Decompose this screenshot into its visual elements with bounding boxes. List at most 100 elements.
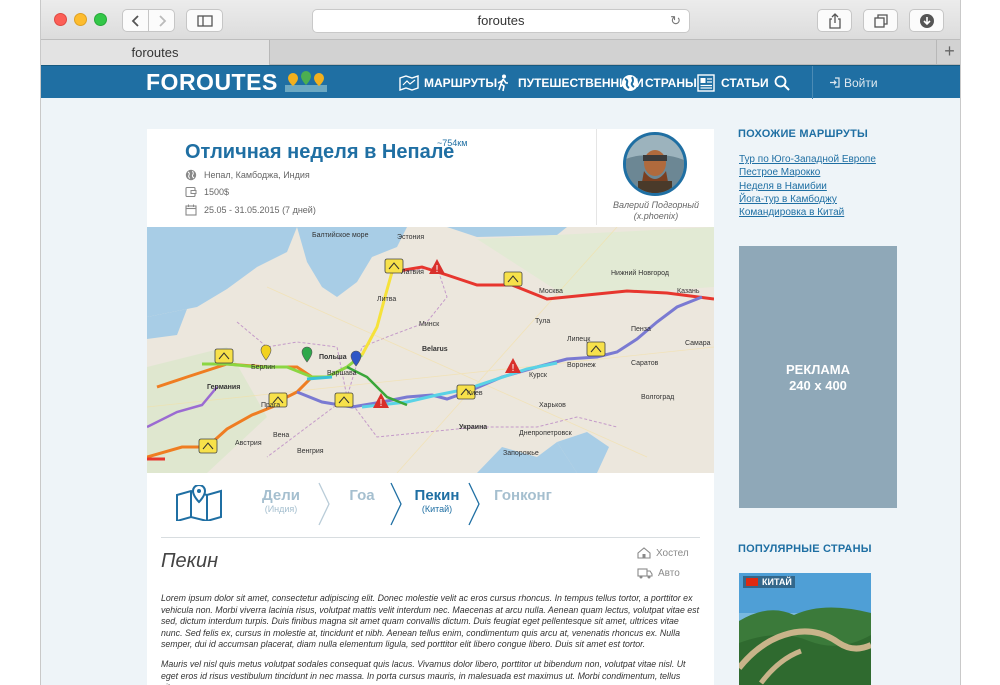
stop-beijing[interactable]: Пекин (Китай) xyxy=(411,487,463,514)
country-name: КИТАЙ xyxy=(762,577,792,587)
globe-icon xyxy=(620,74,640,92)
walker-icon xyxy=(493,74,513,92)
globe-icon xyxy=(185,169,197,181)
browser-toolbar: foroutes ↻ xyxy=(41,0,960,40)
map-label: Волгоград xyxy=(641,394,674,401)
country-card[interactable]: КИТАЙ xyxy=(739,573,871,685)
svg-text:!: ! xyxy=(379,398,383,409)
new-tab-button[interactable]: + xyxy=(936,40,960,65)
map-label: Самара xyxy=(685,340,711,347)
download-icon xyxy=(919,13,934,28)
map-label: Балтийское море xyxy=(312,231,369,239)
map-canvas: ! ! ! Эстония Латвия Литва Балтийское мо… xyxy=(147,227,714,473)
map-label: Польша xyxy=(319,354,347,361)
nav-articles[interactable]: СТАТЬИ xyxy=(696,66,769,99)
hostel-marker[interactable] xyxy=(334,392,354,408)
route-distance: ~754км xyxy=(437,138,468,148)
similar-routes-list: Тур по Юго-Западной Европе Пестрое Марок… xyxy=(739,153,876,219)
route-dates: 25.05 - 31.05.2015 (7 дней) xyxy=(185,204,316,216)
similar-route-link[interactable]: Пестрое Марокко xyxy=(739,166,876,179)
close-window-button[interactable] xyxy=(54,13,67,26)
hostel-marker[interactable] xyxy=(586,341,606,357)
browser-tab[interactable]: foroutes xyxy=(41,40,270,65)
author-avatar[interactable] xyxy=(623,132,687,196)
map-label: Запорожье xyxy=(503,450,539,457)
nav-routes[interactable]: МАРШРУТЫ xyxy=(399,66,497,99)
map-label: Липецк xyxy=(567,336,591,343)
route-dates-text: 25.05 - 31.05.2015 (7 дней) xyxy=(204,205,316,215)
sidebar-icon xyxy=(196,14,213,27)
share-button[interactable] xyxy=(817,9,852,32)
similar-route-link[interactable]: Тур по Юго-Западной Европе xyxy=(739,153,876,166)
site-header: FOROUTES МАРШРУТЫ ПУТЕШЕСТВЕННИКИ СТРАНЫ xyxy=(41,65,960,99)
city-heading: Пекин xyxy=(161,550,219,572)
forward-button[interactable] xyxy=(148,9,175,32)
similar-route-link[interactable]: Командировка в Китай xyxy=(739,206,876,219)
nav-articles-label: СТАТЬИ xyxy=(721,75,769,90)
svg-text:!: ! xyxy=(435,264,439,275)
search-icon xyxy=(774,75,790,91)
chevron-right-icon xyxy=(158,14,166,27)
map-label: Прага xyxy=(261,402,280,409)
stop-name: Гоа xyxy=(349,487,375,504)
map-label: Берлин xyxy=(251,364,275,371)
map-label: Германия xyxy=(207,384,240,391)
minimize-window-button[interactable] xyxy=(74,13,87,26)
hostel-marker[interactable] xyxy=(214,348,234,364)
author-name[interactable]: Валерий Подгорный (x.phoenix) xyxy=(597,200,715,222)
chevron-right-icon xyxy=(390,482,402,526)
stop-hongkong[interactable]: Гонконг xyxy=(491,487,555,504)
hostel-marker[interactable] xyxy=(198,438,218,454)
map-label: Эстония xyxy=(397,234,424,241)
truck-icon xyxy=(637,568,653,579)
map-book-icon xyxy=(176,485,222,521)
downloads-button[interactable] xyxy=(909,9,944,32)
route-budget-text: 1500$ xyxy=(204,187,230,197)
zoom-window-button[interactable] xyxy=(94,13,107,26)
chevron-left-icon xyxy=(131,14,139,27)
calendar-icon xyxy=(185,204,197,216)
similar-route-link[interactable]: Йога-тур в Камбоджу xyxy=(739,193,876,206)
route-stops: Дели (Индия) Гоа Пекин (Китай) Гонконг xyxy=(147,473,714,535)
reload-icon[interactable]: ↻ xyxy=(670,10,681,32)
route-countries: Непал, Камбоджа, Индия xyxy=(185,169,310,181)
author-box[interactable]: Валерий Подгорный (x.phoenix) xyxy=(596,129,714,225)
map-label: Belarus xyxy=(422,346,448,353)
popular-countries-heading: ПОПУЛЯРНЫЕ СТРАНЫ xyxy=(738,543,872,555)
share-icon xyxy=(828,12,841,29)
route-card: Отличная неделя в Непале ~754км Непал, К… xyxy=(147,129,714,685)
ad-size: 240 x 400 xyxy=(789,378,847,393)
stop-delhi[interactable]: Дели (Индия) xyxy=(259,487,303,514)
nav-countries[interactable]: СТРАНЫ xyxy=(620,66,697,99)
tab-bar: foroutes + xyxy=(41,40,960,65)
ad-banner[interactable]: РЕКЛАМА 240 x 400 xyxy=(739,246,897,508)
body-paragraph: Lorem ipsum dolor sit amet, consectetur … xyxy=(161,593,700,649)
login-link[interactable]: Войти xyxy=(812,66,878,99)
hostel-marker[interactable] xyxy=(503,271,523,287)
map-label: Вена xyxy=(273,432,289,439)
logo-pins-icon xyxy=(285,71,327,92)
route-countries-text: Непал, Камбоджа, Индия xyxy=(204,170,310,180)
map-label: Днепропетровск xyxy=(519,430,573,437)
search-button[interactable] xyxy=(774,66,790,99)
url-text: foroutes xyxy=(477,13,525,28)
site-logo[interactable]: FOROUTES xyxy=(146,69,278,96)
body-paragraph: Mauris vel nisl quis metus volutpat soda… xyxy=(161,659,686,685)
chevron-right-icon xyxy=(318,482,330,526)
country-photo xyxy=(739,573,871,685)
route-map[interactable]: ! ! ! Эстония Латвия Литва Балтийское мо… xyxy=(147,227,714,473)
map-label: Тула xyxy=(535,318,550,325)
similar-route-link[interactable]: Неделя в Намибии xyxy=(739,180,876,193)
address-bar[interactable]: foroutes ↻ xyxy=(312,9,690,33)
back-button[interactable] xyxy=(122,9,149,32)
tag-auto: Авто xyxy=(637,567,680,579)
chevron-right-icon xyxy=(468,482,480,526)
map-label: Пенза xyxy=(631,326,651,333)
sidebar-toggle-button[interactable] xyxy=(186,9,223,32)
house-icon xyxy=(637,547,651,559)
stop-goa[interactable]: Гоа xyxy=(345,487,379,504)
nav-routes-label: МАРШРУТЫ xyxy=(424,75,498,90)
map-label: Харьков xyxy=(539,402,566,409)
nav-countries-label: СТРАНЫ xyxy=(645,75,697,90)
tabs-overview-button[interactable] xyxy=(863,9,898,32)
